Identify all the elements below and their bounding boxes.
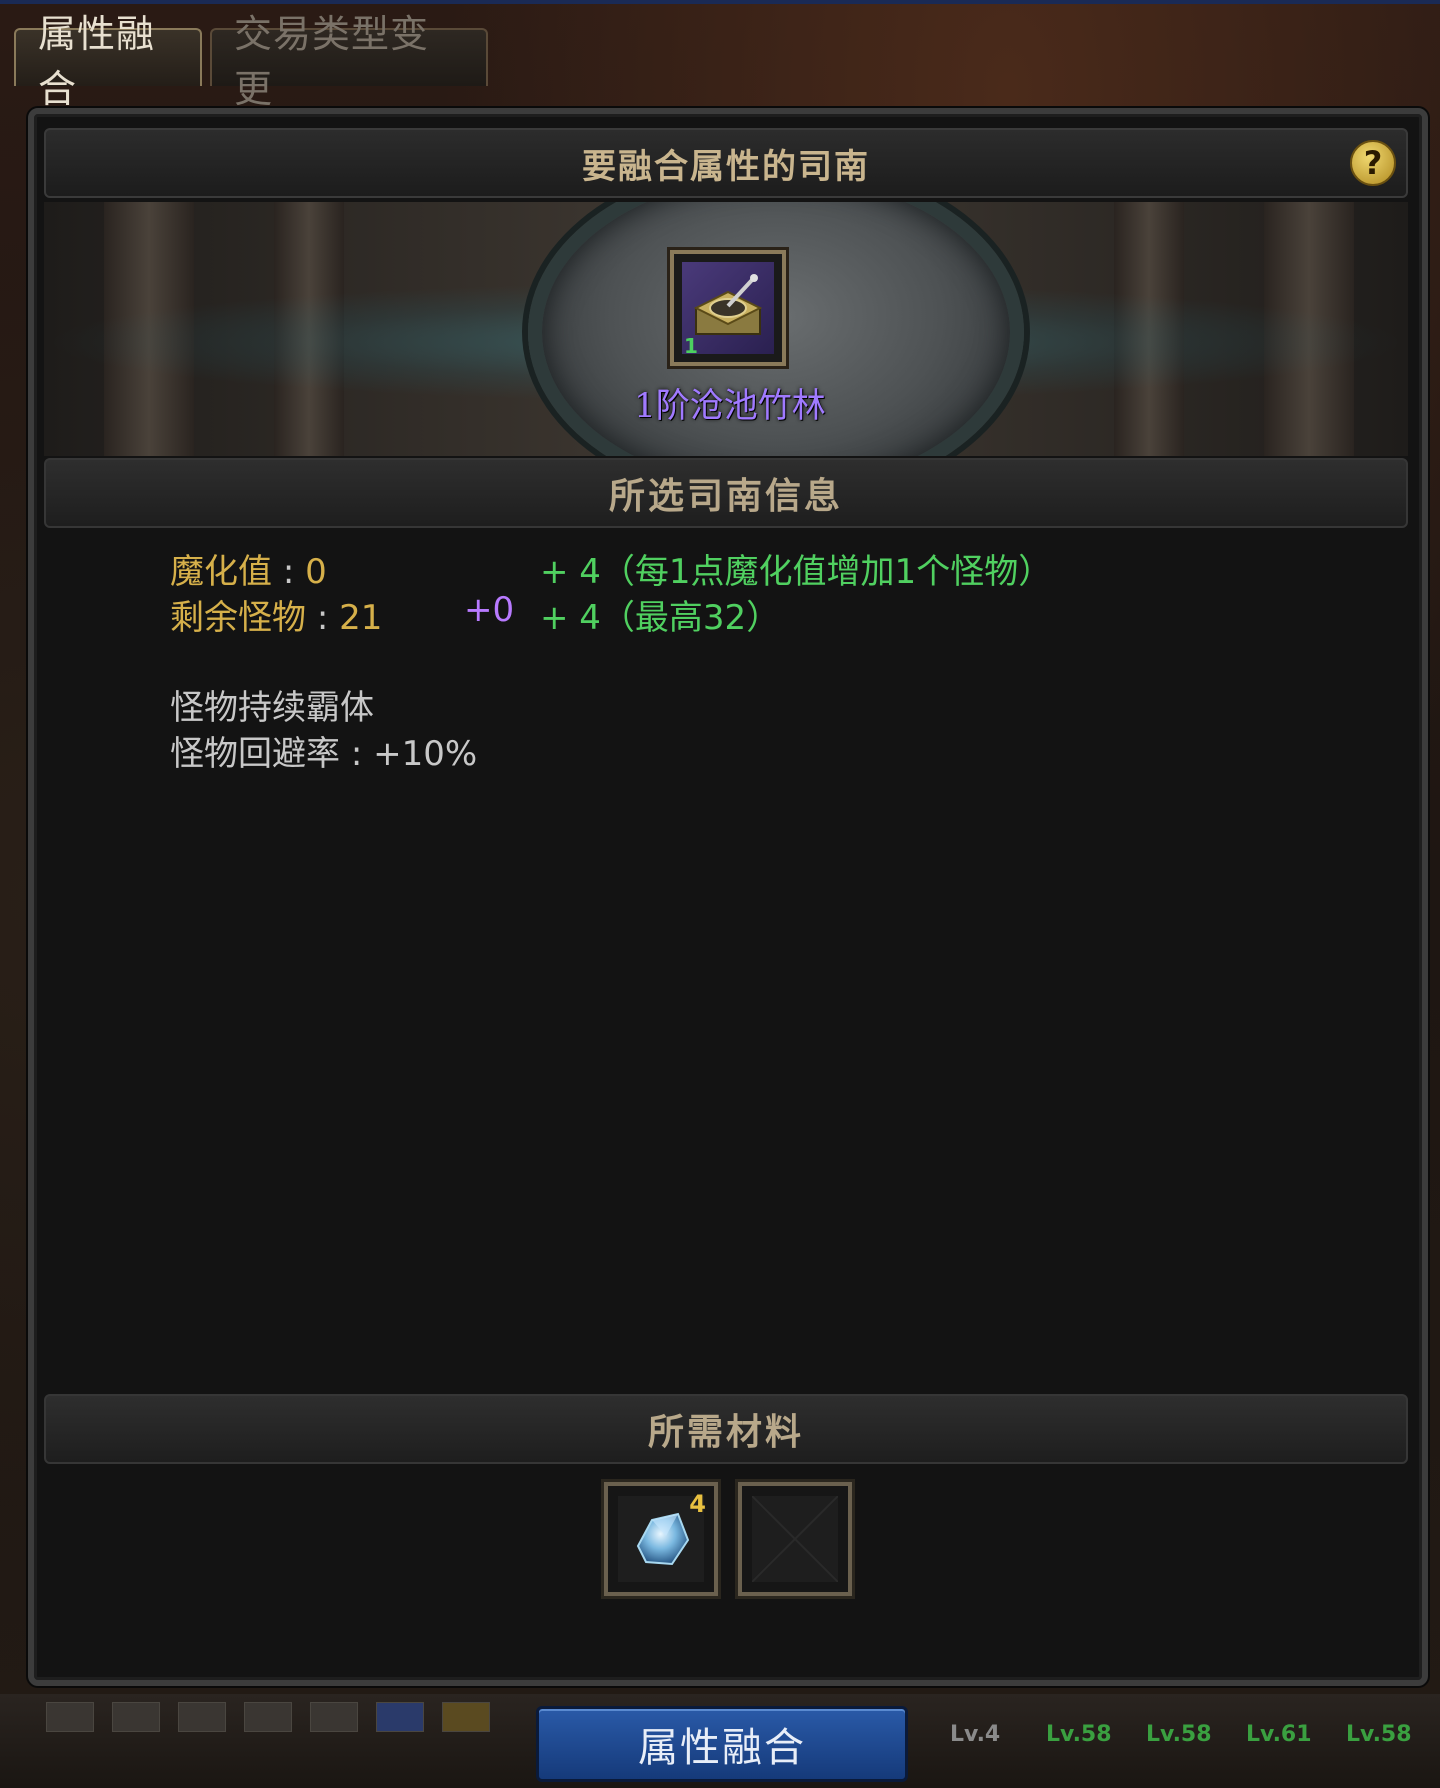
effect-evasion: 怪物回避率 : +10% — [170, 726, 477, 775]
tab-trade-type-change[interactable]: 交易类型变更 — [210, 12, 488, 111]
material-slot-2[interactable] — [738, 1482, 852, 1596]
hotbar-slot[interactable] — [310, 1702, 358, 1732]
panel-title: 要融合属性的司南 — [582, 146, 870, 187]
hotbar-slot[interactable] — [244, 1702, 292, 1732]
hotbar-slot[interactable] — [178, 1702, 226, 1732]
item-stack-count: 1 — [684, 334, 698, 358]
material-count: 4 — [689, 1490, 706, 1518]
hotbar-slot[interactable] — [442, 1702, 490, 1732]
hotbar-slot[interactable] — [112, 1702, 160, 1732]
remaining-modifier: +0 — [464, 590, 515, 630]
corruption-bonus: + 4（每1点魔化值增加1个怪物） — [540, 552, 1053, 592]
materials-section-title: 所需材料 — [647, 1411, 804, 1453]
corruption-sep: : — [282, 552, 295, 592]
evasion-label: 怪物回避率 — [170, 734, 340, 774]
evasion-sep: : — [350, 734, 363, 774]
remaining-bonus: + 4（最高32） — [540, 598, 781, 638]
level-badge: Lv.4 — [950, 1722, 1001, 1747]
tab-attribute-fusion[interactable]: 属性融合 — [14, 12, 202, 111]
evasion-value: +10% — [373, 734, 478, 774]
corruption-value: 0 — [305, 552, 327, 592]
level-badge: Lv.61 — [1246, 1722, 1312, 1747]
remaining-label: 剩余怪物 — [170, 598, 306, 638]
selected-item-name: 1阶沧池竹林 — [634, 386, 826, 426]
material-slot-1[interactable]: 4 — [604, 1482, 718, 1596]
help-icon[interactable]: ? — [1350, 140, 1396, 186]
info-section-title: 所选司南信息 — [608, 475, 843, 517]
panel-header: 要融合属性的司南 — [44, 128, 1408, 198]
remaining-monsters-stat: 剩余怪物 : 21 — [170, 590, 382, 639]
effect-super-armor: 怪物持续霸体 — [170, 688, 374, 728]
selected-item-slot[interactable]: 1 — [670, 250, 786, 366]
remaining-sep: : — [316, 598, 329, 638]
info-section-header: 所选司南信息 — [44, 458, 1408, 528]
top-edge — [0, 0, 1440, 4]
hotbar-slot[interactable] — [46, 1702, 94, 1732]
level-badge: Lv.58 — [1346, 1722, 1412, 1747]
level-badge: Lv.58 — [1146, 1722, 1212, 1747]
corruption-label: 魔化值 — [170, 552, 272, 592]
tab-bar: 属性融合 交易类型变更 — [14, 12, 488, 111]
materials-section-header: 所需材料 — [44, 1394, 1408, 1464]
hotbar-slot[interactable] — [376, 1702, 424, 1732]
corruption-stat: 魔化值 : 0 — [170, 544, 327, 593]
level-badge: Lv.58 — [1046, 1722, 1112, 1747]
remaining-value: 21 — [339, 598, 383, 638]
fuse-button[interactable]: 属性融合 — [536, 1706, 908, 1782]
empty-slot-icon — [751, 1495, 839, 1583]
